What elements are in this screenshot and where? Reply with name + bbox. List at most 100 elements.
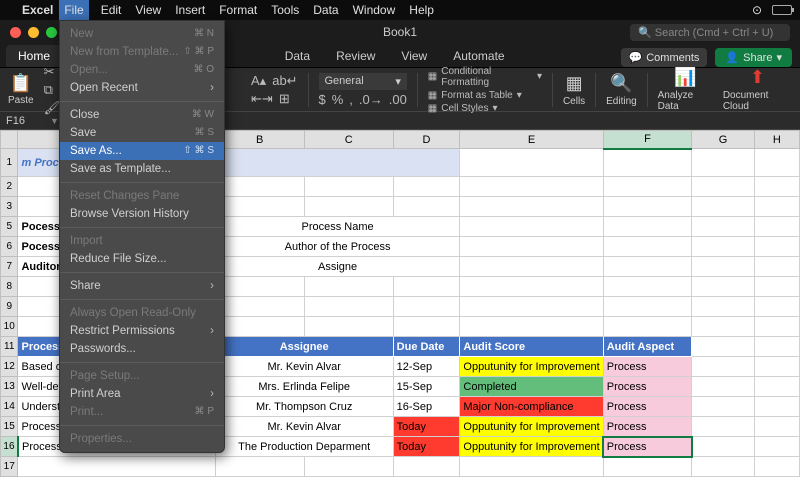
cell[interactable] [603, 237, 692, 257]
cell[interactable] [603, 149, 692, 177]
cell[interactable]: Opputunity for Improvement [460, 357, 603, 377]
tab-review[interactable]: Review [324, 45, 387, 67]
menu-item-print-area[interactable]: Print Area [60, 385, 224, 403]
column-header-D[interactable]: D [393, 131, 460, 149]
menu-item-save[interactable]: Save⌘ S [60, 124, 224, 142]
percent-icon[interactable]: % [332, 92, 344, 107]
menu-item-browse-version-history[interactable]: Browse Version History [60, 205, 224, 223]
cell[interactable] [754, 237, 799, 257]
cell-styles-button[interactable]: ▦ Cell Styles ▾ [428, 103, 542, 114]
cell[interactable] [754, 177, 799, 197]
row-header-13[interactable]: 13 [1, 377, 18, 397]
cell[interactable]: The Production Deparment [215, 437, 393, 457]
column-header-E[interactable]: E [460, 131, 603, 149]
row-header-2[interactable]: 2 [1, 177, 18, 197]
cell[interactable] [304, 177, 393, 197]
cell[interactable] [603, 277, 692, 297]
cell[interactable] [460, 457, 603, 477]
menu-item-restrict-permissions[interactable]: Restrict Permissions [60, 322, 224, 340]
cell[interactable] [393, 457, 460, 477]
cell[interactable] [460, 317, 603, 337]
column-header-G[interactable]: G [692, 131, 754, 149]
cell[interactable] [460, 149, 603, 177]
cell[interactable] [692, 337, 754, 357]
minimize-window-icon[interactable] [28, 27, 39, 38]
cell[interactable] [692, 457, 754, 477]
analyze-data-button[interactable]: 📊Analyze Data [658, 67, 713, 112]
row-header-10[interactable]: 10 [1, 317, 18, 337]
column-header-C[interactable]: C [304, 131, 393, 149]
paste-icon[interactable]: 📋 [10, 73, 32, 94]
cell[interactable]: Today [393, 437, 460, 457]
cell[interactable] [393, 177, 460, 197]
cell[interactable] [393, 277, 460, 297]
cell[interactable] [692, 417, 754, 437]
cell[interactable] [692, 317, 754, 337]
tab-automate[interactable]: Automate [441, 45, 516, 67]
cell[interactable]: Mr. Thompson Cruz [215, 397, 393, 417]
cell[interactable] [692, 197, 754, 217]
indent-icon[interactable]: ⇤⇥ [251, 91, 273, 107]
cell[interactable] [754, 397, 799, 417]
row-header-16[interactable]: 16 [1, 437, 18, 457]
wrap-text-icon[interactable]: ab↵ [272, 73, 297, 89]
cell[interactable] [754, 217, 799, 237]
row-header-12[interactable]: 12 [1, 357, 18, 377]
font-size-up-icon[interactable]: A▴ [251, 73, 266, 89]
cell[interactable] [692, 237, 754, 257]
menu-tools[interactable]: Tools [271, 3, 299, 17]
merge-icon[interactable]: ⊞ [279, 91, 290, 107]
cell[interactable] [603, 317, 692, 337]
copy-icon[interactable]: ⧉ [44, 82, 61, 98]
cell[interactable]: 15-Sep [393, 377, 460, 397]
row-header-6[interactable]: 6 [1, 237, 18, 257]
cell[interactable] [692, 437, 754, 457]
cell[interactable] [215, 317, 304, 337]
cell[interactable] [754, 417, 799, 437]
cell[interactable] [603, 457, 692, 477]
cell[interactable] [692, 277, 754, 297]
cell[interactable] [754, 457, 799, 477]
cell[interactable] [692, 377, 754, 397]
cell[interactable] [393, 297, 460, 317]
row-header-9[interactable]: 9 [1, 297, 18, 317]
tab-view[interactable]: View [389, 45, 439, 67]
menu-help[interactable]: Help [409, 3, 434, 17]
cell[interactable] [304, 317, 393, 337]
row-header-5[interactable]: 5 [1, 217, 18, 237]
cell[interactable] [754, 149, 799, 177]
row-header-17[interactable]: 17 [1, 457, 18, 477]
number-format-select[interactable]: General▾ [319, 73, 407, 90]
cell[interactable]: Opputunity for Improvement [460, 437, 603, 457]
cell[interactable]: Process [603, 357, 692, 377]
cell[interactable] [460, 237, 603, 257]
cell[interactable] [692, 177, 754, 197]
row-header-1[interactable]: 1 [1, 149, 18, 177]
cell[interactable] [304, 197, 393, 217]
cut-icon[interactable]: ✂ [44, 64, 61, 80]
comments-button[interactable]: 💬 Comments [621, 48, 708, 67]
cell[interactable]: Major Non-compliance [460, 397, 603, 417]
menu-window[interactable]: Window [353, 3, 396, 17]
cell[interactable] [754, 357, 799, 377]
menu-item-passwords-[interactable]: Passwords... [60, 340, 224, 358]
row-header-7[interactable]: 7 [1, 257, 18, 277]
cell[interactable]: Author of the Process [215, 237, 460, 257]
share-button[interactable]: 👤 Share ▾ [715, 48, 792, 67]
menu-item-save-as-template-[interactable]: Save as Template... [60, 160, 224, 178]
cell[interactable] [692, 149, 754, 177]
cell[interactable] [393, 197, 460, 217]
cell[interactable] [460, 257, 603, 277]
cell[interactable]: Completed [460, 377, 603, 397]
editing-group[interactable]: 🔍Editing [606, 73, 637, 107]
cell[interactable] [754, 317, 799, 337]
cell[interactable]: Process Name [215, 217, 460, 237]
row-header-15[interactable]: 15 [1, 417, 18, 437]
cell[interactable]: Mr. Kevin Alvar [215, 417, 393, 437]
menu-insert[interactable]: Insert [175, 3, 205, 17]
menu-item-save-as-[interactable]: Save As...⇧ ⌘ S [60, 142, 224, 160]
menu-item-close[interactable]: Close⌘ W [60, 106, 224, 124]
cell[interactable] [692, 397, 754, 417]
cell[interactable] [754, 197, 799, 217]
cell[interactable]: 16-Sep [393, 397, 460, 417]
